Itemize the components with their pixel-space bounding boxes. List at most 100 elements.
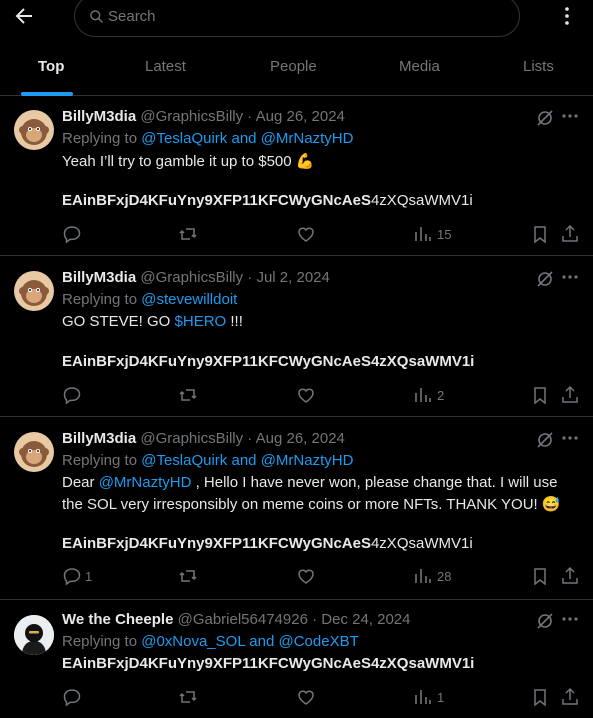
more-icon[interactable] — [560, 609, 580, 629]
tweet[interactable]: We the Cheeple @Gabriel56474926 · Dec 24… — [0, 601, 593, 718]
token-address-bold: EAinBFxjD4KFuYny9XFP11KFCWyGNcAeS4zXQsaW… — [62, 353, 475, 370]
tab-latest[interactable]: Latest — [145, 58, 186, 78]
reply-icon[interactable] — [62, 224, 82, 244]
tweet-header: BillyM3dia @GraphicsBilly · Jul 2, 2024 — [62, 269, 330, 286]
display-name[interactable]: BillyM3dia — [62, 108, 136, 125]
views-count: 1 — [437, 690, 445, 705]
repost-icon[interactable] — [178, 687, 198, 707]
tweet[interactable]: BillyM3dia @GraphicsBilly · Aug 26, 2024… — [0, 418, 593, 600]
reply-icon[interactable] — [62, 566, 82, 586]
bookmark-icon[interactable] — [530, 566, 550, 586]
grok-icon[interactable] — [535, 108, 555, 128]
tweet-text: Dear @MrNaztyHD , Hello I have never won… — [62, 474, 557, 491]
token-address-rest: 4zXQsaWMV1i — [370, 535, 473, 552]
share-icon[interactable] — [560, 385, 580, 405]
avatar[interactable] — [14, 432, 54, 472]
replying-prefix: Replying to — [62, 291, 138, 308]
views-icon[interactable] — [413, 385, 433, 405]
tweet-header: BillyM3dia @GraphicsBilly · Aug 26, 2024 — [62, 108, 345, 125]
mention-link[interactable]: @TeslaQuirk — [141, 130, 227, 147]
repost-icon[interactable] — [178, 385, 198, 405]
tweet-text: GO STEVE! GO $HERO !!! — [62, 313, 243, 330]
like-icon[interactable] — [296, 224, 316, 244]
repost-icon[interactable] — [178, 566, 198, 586]
bookmark-icon[interactable] — [530, 687, 550, 707]
tab-media[interactable]: Media — [399, 58, 440, 78]
token-address-bold: EAinBFxjD4KFuYny9XFP11KFCWyGNcAeS — [62, 535, 371, 552]
tweet-text-line2: the SOL very irresponsibly on meme coins… — [62, 496, 561, 513]
display-name[interactable]: BillyM3dia — [62, 269, 136, 286]
tweet[interactable]: BillyM3dia @GraphicsBilly · Jul 2, 2024 … — [0, 257, 593, 417]
grok-icon[interactable] — [535, 269, 555, 289]
separator: · — [312, 611, 318, 628]
handle[interactable]: @GraphicsBilly — [140, 108, 243, 125]
more-options-icon[interactable] — [555, 4, 579, 28]
mention-link[interactable]: @MrNaztyHD — [99, 474, 192, 491]
tab-top[interactable]: Top — [38, 58, 64, 78]
tweet[interactable]: BillyM3dia @GraphicsBilly · Aug 26, 2024… — [0, 96, 593, 256]
separator: · — [247, 269, 253, 286]
search-input[interactable] — [108, 5, 488, 27]
more-icon[interactable] — [560, 106, 580, 126]
token-address: EAinBFxjD4KFuYny9XFP11KFCWyGNcAeS4zXQsaW… — [62, 192, 473, 209]
tab-lists[interactable]: Lists — [523, 58, 554, 78]
avatar[interactable] — [14, 615, 54, 655]
avatar[interactable] — [14, 110, 54, 150]
bookmark-icon[interactable] — [530, 385, 550, 405]
mention-link[interactable]: @0xNova_SOL — [141, 633, 245, 650]
views-count: 15 — [437, 227, 452, 242]
tweet-text-part: GO STEVE! GO — [62, 313, 175, 330]
grok-icon[interactable] — [535, 611, 555, 631]
search-box[interactable] — [74, 0, 520, 37]
cashtag-link[interactable]: $HERO — [175, 313, 227, 330]
display-name[interactable]: We the Cheeple — [62, 611, 173, 628]
search-icon — [90, 10, 103, 23]
replying-to: Replying to @0xNova_SOL and @CodeXBT — [62, 633, 359, 650]
replying-and: and — [231, 452, 257, 469]
more-icon[interactable] — [560, 267, 580, 287]
token-address: EAinBFxjD4KFuYny9XFP11KFCWyGNcAeS4zXQsaW… — [62, 535, 473, 552]
like-icon[interactable] — [296, 566, 316, 586]
tweet-text: Yeah I’ll try to gamble it up to $500 💪 — [62, 153, 315, 170]
reply-count: 1 — [85, 569, 93, 584]
display-name[interactable]: BillyM3dia — [62, 430, 136, 447]
handle[interactable]: @GraphicsBilly — [140, 269, 243, 286]
mention-link[interactable]: @CodeXBT — [278, 633, 358, 650]
share-icon[interactable] — [560, 566, 580, 586]
share-icon[interactable] — [560, 687, 580, 707]
timestamp[interactable]: Aug 26, 2024 — [256, 108, 345, 125]
tweet-text-part: , Hello I have never won, please change … — [191, 474, 558, 491]
like-icon[interactable] — [296, 385, 316, 405]
repost-icon[interactable] — [178, 224, 198, 244]
monkey-avatar-icon — [14, 432, 54, 472]
back-arrow-icon[interactable] — [12, 4, 36, 28]
handle[interactable]: @Gabriel56474926 — [178, 611, 308, 628]
reply-icon[interactable] — [62, 687, 82, 707]
avatar[interactable] — [14, 271, 54, 311]
views-icon[interactable] — [413, 687, 433, 707]
tab-people[interactable]: People — [270, 58, 317, 78]
more-icon[interactable] — [560, 428, 580, 448]
mention-link[interactable]: @stevewilldoit — [141, 291, 237, 308]
views-count: 28 — [437, 569, 452, 584]
grok-icon[interactable] — [535, 430, 555, 450]
tweet-text-part: !!! — [226, 313, 243, 330]
mention-link[interactable]: @MrNaztyHD — [261, 130, 354, 147]
mention-link[interactable]: @TeslaQuirk — [141, 452, 227, 469]
monkey-avatar-icon — [14, 110, 54, 150]
share-icon[interactable] — [560, 224, 580, 244]
separator: · — [247, 108, 253, 125]
replying-to: Replying to @stevewilldoit — [62, 291, 237, 308]
timestamp[interactable]: Aug 26, 2024 — [256, 430, 345, 447]
handle[interactable]: @GraphicsBilly — [140, 430, 243, 447]
views-icon[interactable] — [413, 224, 433, 244]
timestamp[interactable]: Dec 24, 2024 — [321, 611, 410, 628]
views-icon[interactable] — [413, 566, 433, 586]
replying-to: Replying to @TeslaQuirk and @MrNaztyHD — [62, 130, 353, 147]
mention-link[interactable]: @MrNaztyHD — [261, 452, 354, 469]
timestamp[interactable]: Jul 2, 2024 — [256, 269, 329, 286]
like-icon[interactable] — [296, 687, 316, 707]
bookmark-icon[interactable] — [530, 224, 550, 244]
search-header: Top Latest People Media Lists — [0, 0, 593, 96]
reply-icon[interactable] — [62, 385, 82, 405]
